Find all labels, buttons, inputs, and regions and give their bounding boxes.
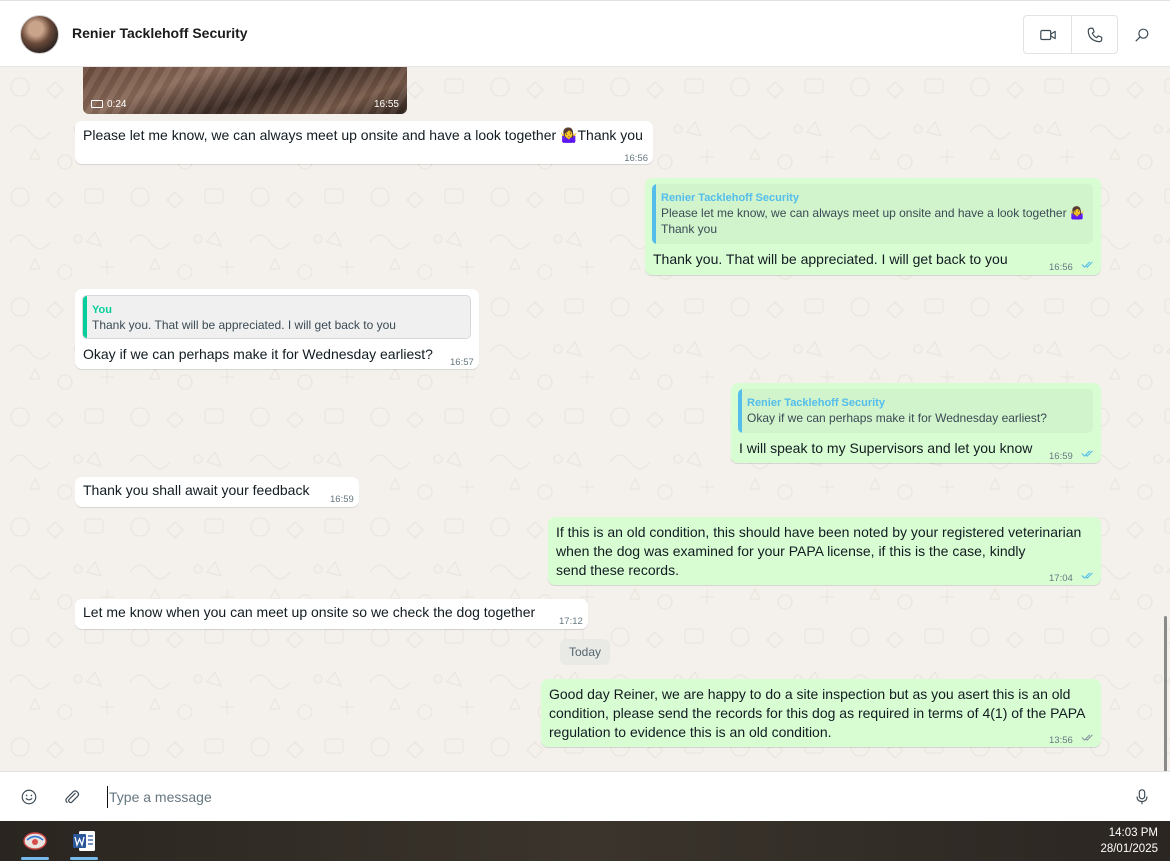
video-duration: 0:24 <box>107 99 127 110</box>
quoted-message[interactable]: Renier Tacklehoff Security Please let me… <box>652 184 1093 244</box>
word-icon <box>73 831 95 851</box>
phone-icon <box>1087 27 1103 43</box>
quote-bar <box>83 296 87 338</box>
taskbar-app-messaging[interactable] <box>15 821 55 861</box>
attach-button[interactable] <box>61 786 83 808</box>
delivered-ticks-icon <box>1081 734 1093 741</box>
quote-bar <box>652 184 656 244</box>
message-text: Okay if we can perhaps make it for Wedne… <box>83 346 433 362</box>
call-group-divider <box>1071 16 1072 53</box>
quote-text: Thank you. That will be appreciated. I w… <box>92 318 396 332</box>
message-text: Let me know when you can meet up onsite … <box>83 604 536 620</box>
message-bubble-incoming[interactable]: Thank you shall await your feedback 16:5… <box>75 477 359 507</box>
quote-text: Okay if we can perhaps make it for Wedne… <box>747 411 1047 425</box>
message-bubble-incoming[interactable]: Please let me know, we can always meet u… <box>75 121 653 164</box>
message-input[interactable] <box>107 786 1087 808</box>
voice-call-button[interactable] <box>1075 17 1115 53</box>
microphone-icon <box>1136 789 1148 805</box>
message-time: 16:57 <box>450 357 474 368</box>
message-time: 16:56 <box>1049 262 1073 273</box>
taskbar-app-word[interactable] <box>64 821 104 861</box>
message-time: 16:56 <box>624 153 648 164</box>
voice-message-button[interactable] <box>1131 786 1153 808</box>
message-bubble-outgoing[interactable]: Renier Tacklehoff Security Please let me… <box>645 178 1101 275</box>
message-text-line: regulation to evidence this is an old co… <box>549 724 832 740</box>
video-camera-icon <box>91 100 103 108</box>
chat-scrollbar[interactable] <box>1164 616 1167 771</box>
message-composer <box>0 771 1170 821</box>
message-text-line: when the dog was examined for your PAPA … <box>556 543 1026 559</box>
os-taskbar: 14:03 PM 28/01/2025 <box>0 821 1170 861</box>
read-ticks-icon <box>1081 450 1093 457</box>
quoted-message[interactable]: You Thank you. That will be appreciated.… <box>82 295 471 339</box>
search-button[interactable] <box>1122 17 1162 53</box>
message-text: Please let me know, we can always meet u… <box>83 127 643 143</box>
quote-bar <box>738 389 742 433</box>
message-text: I will speak to my Supervisors and let y… <box>739 440 1033 456</box>
video-frame <box>83 67 407 114</box>
message-bubble-outgoing[interactable]: Renier Tacklehoff Security Okay if we ca… <box>731 383 1101 463</box>
message-text-line: condition, please send the records for t… <box>549 705 1086 721</box>
active-app-indicator <box>70 857 98 860</box>
video-camera-icon <box>1040 29 1056 41</box>
message-time: 13:56 <box>1049 735 1073 746</box>
message-time: 16:59 <box>1049 451 1073 462</box>
clock-date: 28/01/2025 <box>1100 843 1158 855</box>
chat-header: Renier Tacklehoff Security <box>0 0 1170 67</box>
message-text: Thank you. That will be appreciated. I w… <box>653 251 1008 267</box>
date-separator: Today <box>560 639 610 665</box>
search-icon <box>1135 28 1149 42</box>
contact-name[interactable]: Renier Tacklehoff Security <box>72 25 248 41</box>
message-time: 17:04 <box>1049 573 1073 584</box>
call-buttons-group <box>1023 15 1118 54</box>
video-call-button[interactable] <box>1028 17 1068 53</box>
message-bubble-incoming[interactable]: You Thank you. That will be appreciated.… <box>75 289 479 369</box>
message-time: 16:59 <box>330 494 354 505</box>
message-text-line: send these records. <box>556 562 679 578</box>
message-text-line: Good day Reiner, we are happy to do a si… <box>549 686 1071 702</box>
paperclip-icon <box>65 790 80 804</box>
read-ticks-icon <box>1081 261 1093 268</box>
contact-avatar[interactable] <box>20 15 59 54</box>
video-message-thumbnail[interactable]: 0:24 16:55 <box>83 67 407 114</box>
quote-text: Thank you <box>661 222 718 236</box>
quoted-message[interactable]: Renier Tacklehoff Security Okay if we ca… <box>738 389 1093 433</box>
app-icon <box>23 832 47 850</box>
clock-time: 14:03 PM <box>1108 827 1158 839</box>
quote-text: Please let me know, we can always meet u… <box>661 206 1085 220</box>
message-bubble-outgoing[interactable]: Good day Reiner, we are happy to do a si… <box>541 679 1101 747</box>
taskbar-clock[interactable]: 14:03 PM 28/01/2025 <box>1100 825 1158 857</box>
emoji-button[interactable] <box>18 786 40 808</box>
message-text: Thank you shall await your feedback <box>83 482 310 498</box>
read-ticks-icon <box>1081 572 1093 579</box>
message-time: 17:12 <box>559 616 583 627</box>
active-app-indicator <box>21 857 49 860</box>
message-text-line: If this is an old condition, this should… <box>556 524 1082 540</box>
emoji-icon <box>21 789 37 805</box>
message-time: 16:55 <box>373 99 399 110</box>
message-bubble-outgoing[interactable]: If this is an old condition, this should… <box>548 517 1101 585</box>
message-list[interactable]: 0:24 16:55 Please let me know, we can al… <box>0 67 1170 771</box>
message-bubble-incoming[interactable]: Let me know when you can meet up onsite … <box>75 599 588 629</box>
